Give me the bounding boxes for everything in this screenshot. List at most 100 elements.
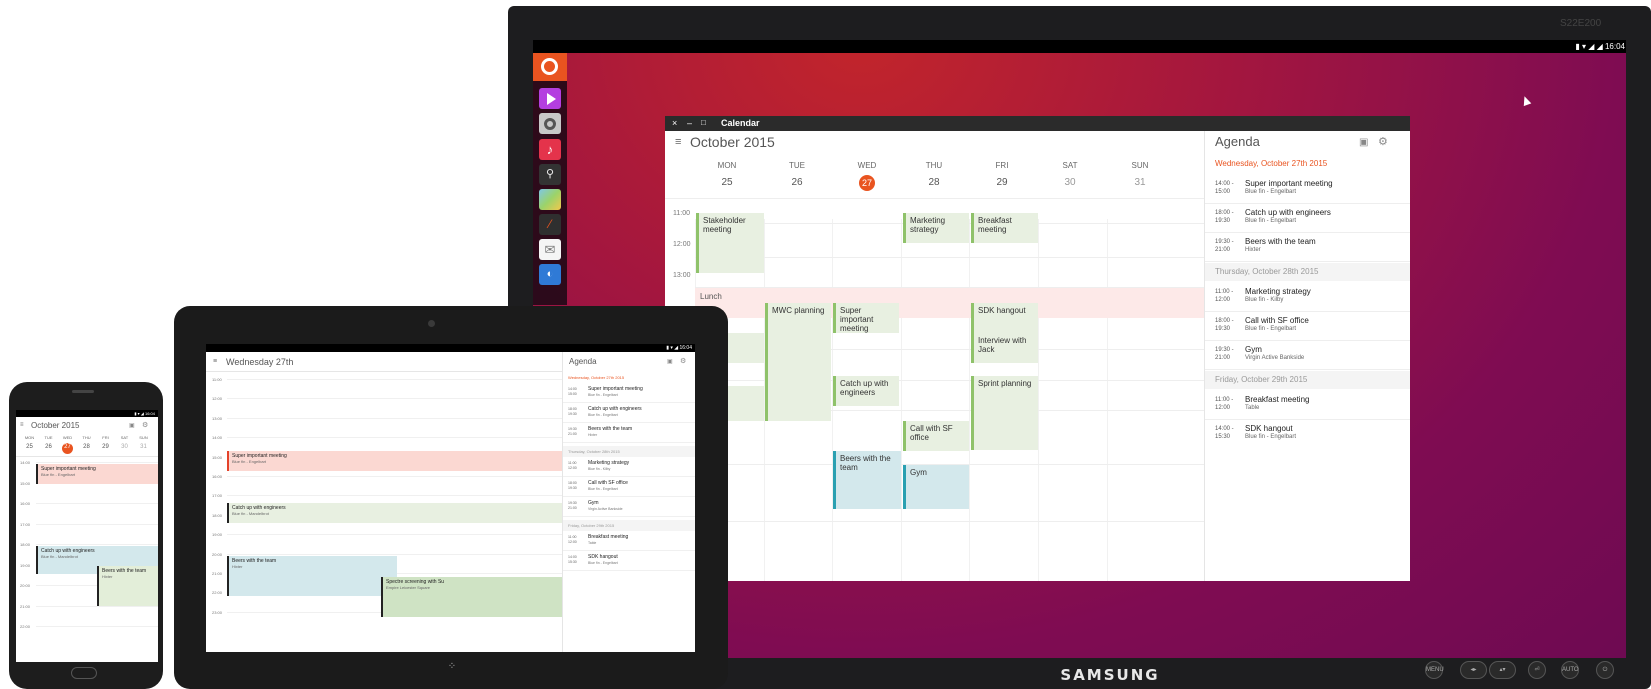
terminal-icon[interactable]: ⚲ xyxy=(539,164,561,185)
day-number[interactable]: 28 xyxy=(77,444,96,450)
agenda-item[interactable]: 19:30 - 21:00 Beers with the team Hixter xyxy=(1205,233,1410,262)
agenda-item[interactable]: 14:00 15:00 Super important meeting Blue fi… xyxy=(563,384,695,403)
settings-icon[interactable] xyxy=(539,113,561,134)
ubuntu-logo-icon[interactable] xyxy=(533,53,567,81)
event-catchup[interactable]: Catch up with engineers xyxy=(833,376,899,406)
gear-icon[interactable]: ⚙ xyxy=(142,421,148,429)
menu-icon[interactable]: ≡ xyxy=(213,358,217,365)
event-sdk[interactable]: SDK hangout xyxy=(971,303,1038,333)
event-super[interactable]: Super important meeting xyxy=(833,303,899,333)
panel-clock[interactable]: 16:04 xyxy=(1605,42,1625,51)
phone-event[interactable]: Super important meeting Blue fin - Engelb… xyxy=(36,464,158,484)
music-icon[interactable]: ♪ xyxy=(539,139,561,160)
event-beers[interactable]: Beers with the team xyxy=(833,451,901,509)
event-stakeholder[interactable]: Stakeholder meeting xyxy=(696,213,764,273)
day-number[interactable]: 31 xyxy=(134,444,153,450)
event-gym[interactable]: Gym xyxy=(903,465,969,509)
day-number[interactable]: 30 xyxy=(115,444,134,450)
agenda-item[interactable]: 18:00 19:30 Catch up with engineers Blue fi… xyxy=(563,404,695,423)
calendar-icon[interactable]: ▣ xyxy=(129,422,135,429)
window-close-icon[interactable]: × xyxy=(672,118,677,128)
agenda-item[interactable]: 14:00 - 15:30 SDK hangout Blue fin - Engelb… xyxy=(1205,420,1410,449)
agenda-time: 11:00 - xyxy=(1215,397,1234,403)
agenda-item[interactable]: 18:00 - 19:30 Call with SF office Blue fin … xyxy=(1205,312,1410,341)
agenda-item[interactable]: 18:00 - 19:30 Catch up with engineers Blue … xyxy=(1205,204,1410,233)
calendar-icon[interactable]: ▣ xyxy=(667,358,673,365)
monitor-power-button[interactable]: ⏻ xyxy=(1596,661,1614,679)
agenda-title: Agenda xyxy=(1215,134,1260,149)
monitor-menu-button[interactable]: MENU xyxy=(1425,661,1444,679)
event-interview[interactable]: Interview with Jack xyxy=(971,333,1038,363)
event-sprint[interactable]: Sprint planning xyxy=(971,376,1038,450)
day-number[interactable]: 30 xyxy=(1035,177,1105,188)
day-number[interactable]: 28 xyxy=(899,177,969,188)
window-minimize-icon[interactable]: – xyxy=(687,118,692,128)
tablet-event[interactable]: Spectre screening with Su Empire Leiceste… xyxy=(381,577,562,617)
agenda-item-title: Gym xyxy=(588,500,599,506)
tablet-event[interactable]: Catch up with engineers Blue fin - Mandel… xyxy=(227,503,562,523)
event-mwc[interactable]: MWC planning xyxy=(765,303,831,421)
day-number[interactable]: 25 xyxy=(20,444,39,450)
day-number[interactable]: 31 xyxy=(1105,177,1175,188)
agenda-item[interactable]: 11:00 12:00 Breakfast meeting Table xyxy=(563,532,695,551)
agenda-item[interactable]: 19:30 21:00 Beers with the team Hixter xyxy=(563,424,695,443)
monitor-auto-button[interactable]: AUTO xyxy=(1561,661,1579,679)
gear-icon[interactable]: ⚙ xyxy=(1378,135,1388,148)
video-icon[interactable] xyxy=(539,88,561,109)
menu-icon[interactable]: ≡ xyxy=(20,422,24,428)
browser-icon[interactable]: ◐ xyxy=(539,264,561,285)
agenda-item[interactable]: 18:00 19:30 Call with SF office Blue fin - … xyxy=(563,478,695,497)
event-sf[interactable]: Call with SF office xyxy=(903,421,969,451)
time-label: 17:00 xyxy=(20,521,31,527)
grid-line xyxy=(695,257,1204,258)
agenda-time: 11:00 - xyxy=(1215,289,1234,295)
day-number[interactable]: 29 xyxy=(967,177,1037,188)
tablet-status-bar: ▮ ▾ ◢ 16:04 xyxy=(206,344,695,352)
monitor-left-right-button[interactable]: ◂▸ xyxy=(1460,661,1487,679)
tablet-home-icon[interactable]: ⁘ xyxy=(442,661,462,673)
tablet-event[interactable]: Super important meeting Blue fin - Engelb… xyxy=(227,451,562,471)
phone-event[interactable]: Beers with the team Hixter xyxy=(97,566,158,606)
grid-line xyxy=(227,495,562,497)
day-number[interactable]: 25 xyxy=(692,177,762,188)
phone-home-button[interactable] xyxy=(71,667,97,679)
mail-icon[interactable]: ✉ xyxy=(539,239,561,260)
agenda-item[interactable]: 11:00 - 12:00 Breakfast meeting Table xyxy=(1205,391,1410,420)
monitor-enter-button[interactable]: ⏎ xyxy=(1528,661,1546,679)
agenda-item-location: Blue fin - Engelbart xyxy=(1245,218,1297,224)
agenda-time: 18:00 - xyxy=(1215,318,1234,324)
tablet-event[interactable]: Beers with the team Hixter xyxy=(227,556,397,596)
day-number-today[interactable]: 27 xyxy=(832,178,902,188)
panel-indicators[interactable]: ▮ ▾ ◢ ◢ 16:04 xyxy=(1575,40,1625,53)
phone-speaker xyxy=(72,390,94,393)
photos-icon[interactable] xyxy=(539,189,561,210)
day-number[interactable]: 26 xyxy=(762,177,832,188)
event-marketing[interactable]: Marketing strategy xyxy=(903,213,969,243)
day-number[interactable]: 26 xyxy=(39,444,58,450)
time-label: 18:00 xyxy=(20,542,31,547)
agenda-date: Thursday, October 28th 2015 xyxy=(563,446,695,457)
agenda-time: 15:00 xyxy=(568,392,577,396)
agenda-item[interactable]: 14:00 15:30 SDK hangout Blue fin - Engelbar… xyxy=(563,552,695,571)
agenda-item[interactable]: 11:00 - 12:00 Marketing strategy Blue fin -… xyxy=(1205,283,1410,312)
agenda-time: 19:30 xyxy=(1215,218,1231,224)
event-breakfast[interactable]: Breakfast meeting xyxy=(971,213,1038,243)
tablet-agenda: Agenda ▣ ⚙ Wednesday, October 27th 2015 1… xyxy=(562,352,695,652)
grid-line xyxy=(36,544,158,545)
day-number[interactable]: 27 xyxy=(58,444,77,450)
monitor-up-down-button[interactable]: ▴▾ xyxy=(1489,661,1516,679)
gear-icon[interactable]: ⚙ xyxy=(680,357,686,365)
agenda-item[interactable]: 19:30 - 21:00 Gym Virgin Active Bankside xyxy=(1205,341,1410,370)
calendar-icon[interactable]: ▣ xyxy=(1359,137,1368,148)
window-maximize-icon[interactable]: □ xyxy=(701,118,706,127)
time-label: 18:00 xyxy=(212,512,223,518)
agenda-item[interactable]: 11:00 12:00 Marketing strategy Blue fin - K… xyxy=(563,458,695,477)
agenda-time: 12:00 xyxy=(1215,297,1231,303)
event-location: Blue fin - Engelbart xyxy=(41,472,76,477)
agenda-item[interactable]: 14:00 - 15:00 Super important meeting Blue … xyxy=(1205,175,1410,204)
menu-icon[interactable]: ≡ xyxy=(675,136,681,148)
agenda-item[interactable]: 19:30 21:00 Gym Virgin Active Bankside xyxy=(563,498,695,517)
clock-icon[interactable]: ⁄ xyxy=(539,214,561,235)
day-number[interactable]: 29 xyxy=(96,444,115,450)
agenda-time: 19:30 xyxy=(568,427,577,431)
